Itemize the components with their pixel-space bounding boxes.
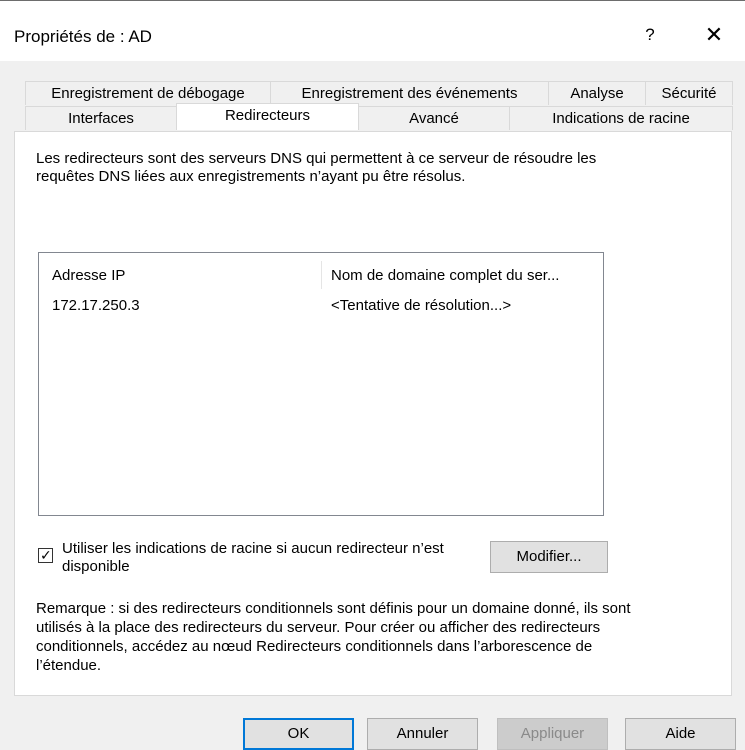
description-text: Les redirecteurs sont des serveurs DNS q… <box>36 150 597 185</box>
check-icon: ✓ <box>40 547 52 563</box>
use-root-hints-label[interactable]: Utiliser les indications de racine si au… <box>62 540 462 576</box>
help-button[interactable]: Aide <box>625 718 736 750</box>
tab-avance[interactable]: Avancé <box>358 106 510 130</box>
cancel-button[interactable]: Annuler <box>367 718 478 750</box>
table-row-ip[interactable]: 172.17.250.3 <box>52 297 140 314</box>
apply-button[interactable]: Appliquer <box>497 718 608 750</box>
ok-button[interactable]: OK <box>243 718 354 750</box>
tab-enregistrement-evenements[interactable]: Enregistrement des événements <box>270 81 549 105</box>
tab-securite[interactable]: Sécurité <box>645 81 733 105</box>
edit-button[interactable]: Modifier... <box>490 541 608 573</box>
column-separator[interactable] <box>321 261 322 289</box>
tab-interfaces[interactable]: Interfaces <box>25 106 177 130</box>
window-title: Propriétés de : AD <box>14 27 152 46</box>
tab-enregistrement-debogage[interactable]: Enregistrement de débogage <box>25 81 271 105</box>
tab-redirecteurs[interactable]: Redirecteurs <box>176 103 359 130</box>
tab-analyse[interactable]: Analyse <box>548 81 646 105</box>
column-header-fqdn[interactable]: Nom de domaine complet du ser... <box>331 263 601 289</box>
tab-indications-racine[interactable]: Indications de racine <box>509 106 733 130</box>
note-text: Remarque : si des redirecteurs condition… <box>36 600 631 674</box>
title-bar[interactable]: Propriétés de : AD ? ✕ <box>0 1 745 61</box>
help-icon[interactable]: ? <box>630 15 670 55</box>
forwarders-list[interactable]: Adresse IP Nom de domaine complet du ser… <box>38 252 604 516</box>
use-root-hints-checkbox[interactable]: ✓ <box>38 547 53 563</box>
table-row-fqdn[interactable]: <Tentative de résolution...> <box>331 297 511 314</box>
column-header-ip[interactable]: Adresse IP <box>52 263 317 289</box>
close-icon[interactable]: ✕ <box>692 15 736 55</box>
